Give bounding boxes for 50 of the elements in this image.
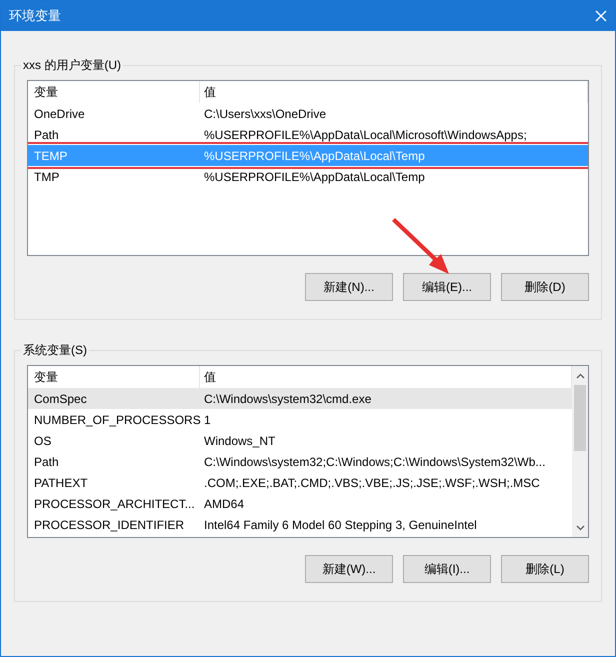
variable-value: %USERPROFILE%\AppData\Local\Temp <box>203 148 426 164</box>
scroll-down-icon[interactable] <box>576 525 584 531</box>
variable-name: TMP <box>33 168 60 186</box>
window-title: 环境变量 <box>9 7 61 26</box>
dialog-button[interactable]: 删除(D) <box>501 273 589 301</box>
variable-value: %USERPROFILE%\AppData\Local\Microsoft\WindowsApps; <box>203 126 528 144</box>
dialog-button[interactable]: 编辑(I)... <box>403 555 491 583</box>
group-label: 系统变量(S) <box>21 342 89 358</box>
variable-list[interactable] <box>27 365 589 538</box>
list-row[interactable]: Path %USERPROFILE%\AppData\Local\Microsoft\WindowsApps; <box>28 124 588 145</box>
column-header[interactable]: 变量 <box>28 81 200 103</box>
dialog-button[interactable]: 新建(N)... <box>305 273 393 301</box>
list-row[interactable]: PATHEXT .COM;.EXE;.BAT;.CMD;.VBS;.VBE;.JS;.JSE;.WSF;.WSH;.MSC <box>28 472 572 493</box>
dialog-button[interactable]: 新建(W)... <box>305 555 393 583</box>
list-row[interactable]: TMP %USERPROFILE%\AppData\Local\Temp <box>28 166 588 187</box>
scrollbar[interactable] <box>572 366 588 537</box>
variable-name: PATHEXT <box>33 474 89 492</box>
variable-name: Path <box>33 126 60 144</box>
scroll-up-icon[interactable] <box>576 373 584 379</box>
dialog-button[interactable]: 删除(L) <box>501 555 589 583</box>
variable-name: OneDrive <box>33 106 86 122</box>
list-row[interactable]: ComSpec C:\Windows\system32\cmd.exe <box>28 388 572 409</box>
scroll-thumb[interactable] <box>574 385 586 451</box>
close-icon[interactable] <box>595 10 607 22</box>
variable-value: AMD64 <box>203 496 246 512</box>
variable-value: C:\Windows\system32;C:\Windows;C:\Windows\System32\Wb... <box>203 454 546 470</box>
list-row[interactable]: OneDrive C:\Users\xxs\OneDrive <box>28 103 588 124</box>
variable-value: C:\Users\xxs\OneDrive <box>203 106 328 122</box>
group-label: xxs 的用户变量(U) <box>21 57 123 73</box>
variable-name: PROCESSOR_IDENTIFIER <box>33 516 186 534</box>
variable-name: Path <box>33 454 60 470</box>
list-row[interactable]: Path C:\Windows\system32;C:\Windows;C:\Windows\System32\Wb... <box>28 451 572 472</box>
variable-value: C:\Windows\system32\cmd.exe <box>203 390 372 408</box>
variable-value: %USERPROFILE%\AppData\Local\Temp <box>203 168 426 186</box>
variable-name: NUMBER_OF_PROCESSORS <box>33 412 200 428</box>
variable-value: Windows_NT <box>203 432 276 450</box>
list-row[interactable]: OS Windows_NT <box>28 430 572 451</box>
variable-name: TEMP <box>33 148 68 164</box>
list-row[interactable]: PROCESSOR_ARCHITECT... AMD64 <box>28 493 572 514</box>
variable-list[interactable]: 变量 值 OneDrive C:\Users\xxs\OneDrive Path %USERPROFILE%\AppData\Local\Microsoft\WindowsApps; TEMP %USERPROFILE%\AppData\Local\Temp TMP %USERPROFILE%\AppData\Local\Temp <box>27 80 589 256</box>
variable-value: Intel64 Family 6 Model 60 Stepping 3, GenuineIntel <box>203 516 478 534</box>
variable-name: ComSpec <box>33 390 88 408</box>
list-row[interactable]: PROCESSOR_IDENTIFIER Intel64 Family 6 Model 60 Stepping 3, GenuineIntel <box>28 514 572 535</box>
variable-name: OS <box>33 432 52 450</box>
list-row[interactable]: NUMBER_OF_PROCESSORS 1 <box>28 409 572 430</box>
variable-name: PROCESSOR_ARCHITECT... <box>33 496 196 512</box>
variable-value: 1 <box>203 412 212 428</box>
column-header[interactable]: 值 <box>200 81 588 103</box>
variable-value: .COM;.EXE;.BAT;.CMD;.VBS;.VBE;.JS;.JSE;.WSF;.WSH;.MSC <box>203 474 541 492</box>
dialog-button[interactable]: 编辑(E)... <box>403 273 491 301</box>
